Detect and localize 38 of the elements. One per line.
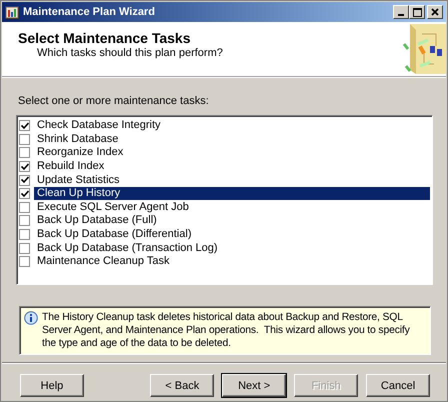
app-icon [5,5,19,19]
info-icon [24,311,38,325]
checkbox[interactable] [19,256,30,268]
maximize-icon [412,8,422,16]
close-icon [431,8,439,16]
task-item[interactable]: Rebuild Index [34,160,430,174]
task-item[interactable]: Clean Up History [34,187,430,200]
window-title: Maintenance Plan Wizard [23,6,156,18]
checkbox[interactable] [19,202,30,213]
checkbox[interactable] [19,229,30,240]
checkbox[interactable] [19,215,30,226]
checkbox[interactable] [19,242,30,254]
task-item[interactable]: Shrink Database [34,132,430,146]
checkbox[interactable] [19,188,30,200]
task-item[interactable]: Execute SQL Server Agent Job [34,200,430,214]
task-item[interactable]: Back Up Database (Transaction Log) [34,242,430,255]
wizard-button[interactable]: < Back [150,374,214,397]
checkbox[interactable] [19,147,30,158]
maximize-button[interactable] [409,5,425,19]
wizard-button[interactable]: Next > [222,374,286,397]
minimize-button[interactable] [393,5,409,19]
checkbox[interactable] [19,134,30,145]
task-item[interactable]: Reorganize Index [34,146,430,160]
info-text: The History Cleanup task deletes historical data about Backup and Restore, SQL Server Agent, and Maintenance Plan operations. This wizard allows you to specify the type and age of the data to be deleted. [42,311,411,350]
wizard-button[interactable]: Help [20,374,84,397]
wizard-button[interactable]: Cancel [366,374,430,397]
task-item[interactable]: Maintenance Cleanup Task [34,255,430,268]
page-title: Select Maintenance Tasks [18,30,192,46]
task-item[interactable]: Back Up Database (Differential) [34,228,430,242]
page-subtitle: Which tasks should this plan perform? [36,47,224,59]
task-item[interactable]: Back Up Database (Full) [34,214,430,228]
task-item[interactable]: Update Statistics [34,174,430,187]
checkbox[interactable] [19,120,30,132]
checkbox[interactable] [19,174,30,186]
task-prompt: Select one or more maintenance tasks: [18,95,210,107]
task-item[interactable]: Check Database Integrity [34,119,430,132]
checkbox[interactable] [19,161,30,172]
close-button[interactable] [427,5,443,19]
